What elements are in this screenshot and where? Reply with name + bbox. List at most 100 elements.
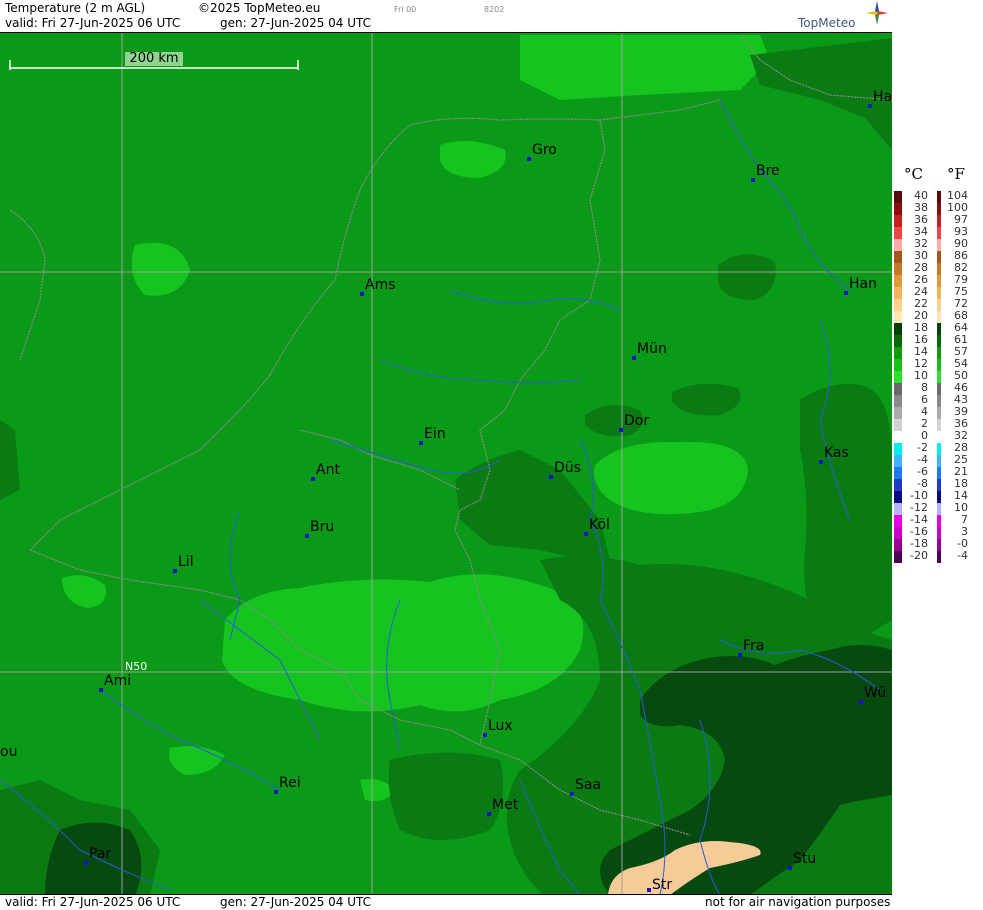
city-label-str: Str	[652, 877, 673, 893]
legend-swatch	[937, 335, 941, 347]
map-footer: valid: Fri 27-Jun-2025 06 UTC gen: 27-Ju…	[0, 894, 892, 910]
legend-swatch	[937, 215, 941, 227]
city-dot	[751, 178, 755, 182]
disclaimer: not for air navigation purposes	[705, 895, 891, 909]
legend-swatch	[937, 359, 941, 371]
city-dot	[868, 104, 872, 108]
city-dot	[173, 569, 177, 573]
city-label-rei: Rei	[279, 775, 301, 791]
legend-swatch	[937, 251, 941, 263]
legend-swatch	[894, 335, 902, 347]
city-dot	[859, 700, 863, 704]
legend-swatch	[894, 275, 902, 287]
city-label-lil: Lil	[178, 554, 194, 570]
city-label-bru: Bru	[310, 519, 335, 535]
city-label-par: Par	[89, 846, 112, 862]
temperature-legend: °C °F 40 104 38 100 36 97 34 93 32 90 30 86 28 82 26 79…	[892, 0, 983, 909]
legend-swatch	[937, 347, 941, 359]
legend-swatch	[894, 347, 902, 359]
legend-swatch	[894, 311, 902, 323]
city-dot	[788, 866, 792, 870]
footer-valid-time: valid: Fri 27-Jun-2025 06 UTC	[5, 895, 181, 909]
legend-swatch	[937, 443, 941, 455]
legend-swatch	[894, 323, 902, 335]
city-label-dor: Dor	[624, 413, 650, 429]
city-label-ami: Ami	[104, 673, 132, 689]
legend-swatch	[894, 215, 902, 227]
gen-time: gen: 27-Jun-2025 04 UTC	[220, 16, 372, 30]
city-label-ein: Ein	[424, 426, 446, 442]
legend-swatch	[937, 227, 941, 239]
legend-swatch	[937, 515, 941, 527]
city-dot	[305, 534, 309, 538]
city-dot	[527, 157, 531, 161]
legend-swatch	[937, 539, 941, 551]
legend-swatch	[937, 239, 941, 251]
city-dot	[419, 441, 423, 445]
legend-swatch	[894, 467, 902, 479]
legend-swatch	[937, 503, 941, 515]
legend-swatch	[894, 299, 902, 311]
celsius-unit: °C	[904, 165, 923, 183]
city-label-wu: Wü	[864, 685, 887, 701]
legend-swatch	[937, 491, 941, 503]
city-label-ha: Ha	[873, 89, 893, 105]
city-dot	[483, 733, 487, 737]
legend-swatch	[894, 539, 902, 551]
legend-swatch	[937, 467, 941, 479]
scale-bar-label: 200 km	[125, 52, 183, 66]
city-label-stu: Stu	[793, 851, 817, 867]
legend-swatch	[937, 191, 941, 203]
city-label-bre: Bre	[756, 163, 780, 179]
legend-swatch	[894, 203, 902, 215]
run-code: 8202	[484, 5, 505, 14]
legend-swatch	[937, 263, 941, 275]
city-dot	[84, 861, 88, 865]
legend-swatch	[894, 191, 902, 203]
city-dot	[647, 888, 651, 892]
legend-swatch	[894, 383, 902, 395]
topmeteo-logo: TopMeteo	[798, 16, 856, 30]
legend-swatch	[894, 551, 902, 563]
legend-swatch	[937, 371, 941, 383]
city-label-mun: Mün	[637, 341, 667, 357]
legend-swatch	[894, 287, 902, 299]
legend-swatch	[937, 479, 941, 491]
city-dot	[360, 292, 364, 296]
legend-swatch	[937, 383, 941, 395]
legend-swatch	[894, 263, 902, 275]
city-label-lux: Lux	[488, 718, 513, 734]
legend-celsius-label: -20	[910, 549, 928, 562]
legend-fahrenheit-label: -4	[957, 549, 968, 562]
legend-swatch	[894, 407, 902, 419]
city-label-dus: Düs	[554, 460, 581, 476]
legend-swatch	[937, 527, 941, 539]
city-dot	[844, 291, 848, 295]
legend-swatch	[937, 431, 941, 443]
legend-swatch	[894, 491, 902, 503]
map-header: Temperature (2 m AGL) ©2025 TopMeteo.eu …	[0, 0, 892, 33]
temperature-map[interactable]	[0, 0, 892, 909]
legend-swatch	[937, 311, 941, 323]
legend-swatch	[937, 287, 941, 299]
compass-logo-icon	[866, 1, 888, 25]
copyright: ©2025 TopMeteo.eu	[198, 1, 321, 15]
city-dot	[584, 532, 588, 536]
legend-swatch	[937, 419, 941, 431]
legend-swatch	[937, 203, 941, 215]
legend-swatch	[937, 299, 941, 311]
legend-swatch	[937, 551, 941, 563]
legend-swatch	[894, 443, 902, 455]
city-label-ams: Ams	[365, 277, 396, 293]
legend-swatch	[894, 515, 902, 527]
legend-swatch	[894, 527, 902, 539]
legend-swatch	[894, 227, 902, 239]
footer-gen-time: gen: 27-Jun-2025 04 UTC	[220, 895, 372, 909]
city-label-met: Met	[492, 797, 519, 813]
city-label-han: Han	[849, 276, 877, 292]
legend-swatch	[894, 239, 902, 251]
city-dot	[619, 428, 623, 432]
legend-swatch	[937, 395, 941, 407]
valid-time: valid: Fri 27-Jun-2025 06 UTC	[5, 16, 181, 30]
legend-swatch	[894, 503, 902, 515]
